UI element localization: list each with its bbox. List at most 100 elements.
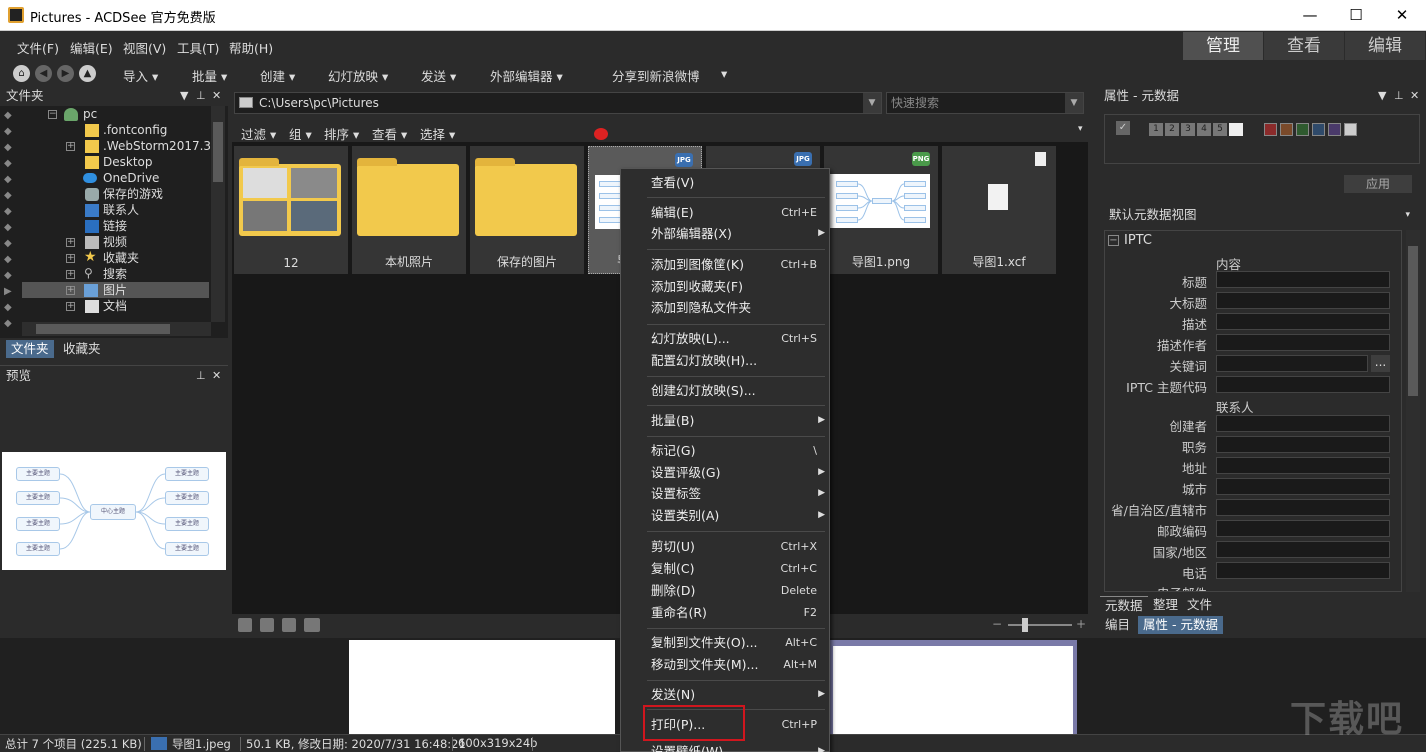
compare-icon[interactable] xyxy=(304,618,320,632)
close-button[interactable]: ✕ xyxy=(1379,0,1425,31)
view-button[interactable]: 查看 ▾ xyxy=(372,124,407,143)
menu-item-batch[interactable]: 批量(B) ▶ xyxy=(651,410,829,431)
menu-item-delete[interactable]: 删除(D) Delete xyxy=(651,580,829,601)
menu-item-add-to-favorites[interactable]: 添加到收藏夹(F) xyxy=(651,276,829,297)
filterbar-overflow-icon[interactable]: ▾ xyxy=(1078,124,1083,134)
panel-close-icon[interactable]: ✕ xyxy=(1410,86,1419,106)
tab-catalog[interactable]: 编目 xyxy=(1100,616,1135,634)
tab-organize[interactable]: 整理 xyxy=(1148,596,1183,614)
field-input-postal-code[interactable] xyxy=(1216,520,1390,537)
zoom-slider-thumb[interactable] xyxy=(1022,618,1028,632)
field-input-address[interactable] xyxy=(1216,457,1390,474)
tree-hscroll-thumb[interactable] xyxy=(36,324,170,334)
tree-horizontal-scrollbar[interactable] xyxy=(22,322,211,336)
menu-item-set-rating[interactable]: 设置评级(G) ▶ xyxy=(651,462,829,483)
menu-help[interactable]: 帮助(H) xyxy=(229,38,273,57)
share-weibo-button[interactable]: 分享到新浪微博 xyxy=(612,66,700,85)
label-blue-button[interactable] xyxy=(1312,123,1325,136)
pin-icon[interactable]: ⊥ xyxy=(196,86,206,106)
sort-button[interactable]: 排序 ▾ xyxy=(324,124,359,143)
field-input-phone[interactable] xyxy=(1216,562,1390,579)
thumbnail-folder[interactable]: 12 xyxy=(234,146,348,274)
label-green-button[interactable] xyxy=(1296,123,1309,136)
field-input-city[interactable] xyxy=(1216,478,1390,495)
field-input-title[interactable] xyxy=(1216,271,1390,288)
menu-file[interactable]: 文件(F) xyxy=(17,38,59,57)
expand-icon[interactable]: + xyxy=(66,270,75,279)
group-button[interactable]: 组 ▾ xyxy=(289,124,312,143)
field-input-job-title[interactable] xyxy=(1216,436,1390,453)
external-editor-button[interactable]: 外部编辑器 ▾ xyxy=(490,66,563,85)
menu-tools[interactable]: 工具(T) xyxy=(177,38,219,57)
menu-item-move-to-folder[interactable]: 移动到文件夹(M)... Alt+M xyxy=(651,654,829,675)
menu-item-send[interactable]: 发送(N) ▶ xyxy=(651,684,829,705)
chevron-down-icon[interactable]: ▼ xyxy=(863,93,881,113)
slideshow-button[interactable]: 幻灯放映 ▾ xyxy=(328,66,388,85)
rating-4-button[interactable]: 4 xyxy=(1197,123,1211,136)
label-clear-button[interactable] xyxy=(1344,123,1357,136)
toolbar-overflow[interactable]: ▾ xyxy=(721,66,727,81)
collapse-icon[interactable]: − xyxy=(1108,235,1119,246)
mode-edit-button[interactable]: 编辑 xyxy=(1345,32,1425,60)
panel-close-icon[interactable]: ✕ xyxy=(212,86,221,106)
create-button[interactable]: 创建 ▾ xyxy=(260,66,295,85)
panel-dropdown-icon[interactable]: ▼ xyxy=(1378,86,1386,106)
expand-icon[interactable]: + xyxy=(66,238,75,247)
basket-image[interactable] xyxy=(829,640,1077,734)
tab-metadata[interactable]: 元数据 xyxy=(1100,596,1148,614)
menu-item-external-editor[interactable]: 外部编辑器(X) ▶ xyxy=(651,223,829,244)
apply-button[interactable]: 应用 xyxy=(1344,175,1412,193)
expand-icon[interactable]: + xyxy=(66,286,75,295)
minimize-button[interactable]: — xyxy=(1287,0,1333,31)
field-input-keywords[interactable] xyxy=(1216,355,1368,372)
menu-item-add-to-basket[interactable]: 添加到图像筐(K) Ctrl+B xyxy=(651,254,829,275)
menu-item-set-label[interactable]: 设置标签 ▶ xyxy=(651,483,829,504)
basket-image[interactable] xyxy=(349,640,615,734)
field-input-description-writer[interactable] xyxy=(1216,334,1390,351)
zoom-in-icon[interactable]: + xyxy=(1076,617,1086,631)
chevron-down-icon[interactable]: ▼ xyxy=(1065,93,1083,113)
path-input[interactable]: C:\Users\pc\Pictures ▼ xyxy=(234,92,882,114)
label-orange-button[interactable] xyxy=(1280,123,1293,136)
field-input-creator[interactable] xyxy=(1216,415,1390,432)
rotate-right-icon[interactable] xyxy=(282,618,296,632)
tab-properties-metadata[interactable]: 属性 - 元数据 xyxy=(1138,616,1223,634)
thumbnail-folder[interactable]: 保存的图片 xyxy=(470,146,584,274)
send-button[interactable]: 发送 ▾ xyxy=(421,66,456,85)
tab-favorites[interactable]: 收藏夹 xyxy=(58,340,106,358)
menu-item-rename[interactable]: 重命名(R) F2 xyxy=(651,602,829,623)
collapse-icon[interactable]: − xyxy=(48,110,57,119)
pin-icon[interactable]: ⊥ xyxy=(196,366,206,386)
metadata-scroll-thumb[interactable] xyxy=(1408,246,1418,396)
menu-edit[interactable]: 编辑(E) xyxy=(70,38,113,57)
menu-item-tag[interactable]: 标记(G) \ xyxy=(651,440,829,461)
field-input-description[interactable] xyxy=(1216,313,1390,330)
tab-file[interactable]: 文件 xyxy=(1182,596,1217,614)
field-input-iptc-subject[interactable] xyxy=(1216,376,1390,393)
menu-item-configure-slideshow[interactable]: 配置幻灯放映(H)... xyxy=(651,350,829,371)
label-purple-button[interactable] xyxy=(1328,123,1341,136)
forward-icon[interactable]: ▶ xyxy=(57,65,74,82)
menu-item-set-wallpaper[interactable]: 设置壁纸(W) ▶ xyxy=(651,741,829,752)
rating-1-button[interactable]: 1 xyxy=(1149,123,1163,136)
maximize-button[interactable]: ☐ xyxy=(1333,0,1379,31)
quick-search-input[interactable]: 快速搜索 ▼ xyxy=(886,92,1084,114)
filter-button[interactable]: 过滤 ▾ xyxy=(241,124,276,143)
mode-manage-button[interactable]: 管理 xyxy=(1183,32,1263,60)
pin-icon[interactable]: ⊥ xyxy=(1394,86,1404,106)
rating-5-button[interactable]: 5 xyxy=(1213,123,1227,136)
zoom-slider[interactable] xyxy=(1008,624,1072,626)
zoom-out-icon[interactable]: − xyxy=(992,617,1002,631)
menu-item-set-category[interactable]: 设置类别(A) ▶ xyxy=(651,505,829,526)
thumbnail-folder[interactable]: 本机照片 xyxy=(352,146,466,274)
panel-close-icon[interactable]: ✕ xyxy=(212,366,221,386)
panel-dropdown-icon[interactable]: ▼ xyxy=(180,86,188,106)
thumbnail-file[interactable]: 导图1.xcf xyxy=(942,146,1056,274)
batch-button[interactable]: 批量 ▾ xyxy=(192,66,227,85)
menu-item-create-slideshow[interactable]: 创建幻灯放映(S)... xyxy=(651,380,829,401)
tree-item-pictures[interactable]: + 图片 xyxy=(22,282,209,298)
tag-checkbox[interactable]: ✓ xyxy=(1116,121,1130,135)
menu-item-view[interactable]: 查看(V) xyxy=(651,172,829,193)
back-icon[interactable]: ◀ xyxy=(35,65,52,82)
field-input-province[interactable] xyxy=(1216,499,1390,516)
